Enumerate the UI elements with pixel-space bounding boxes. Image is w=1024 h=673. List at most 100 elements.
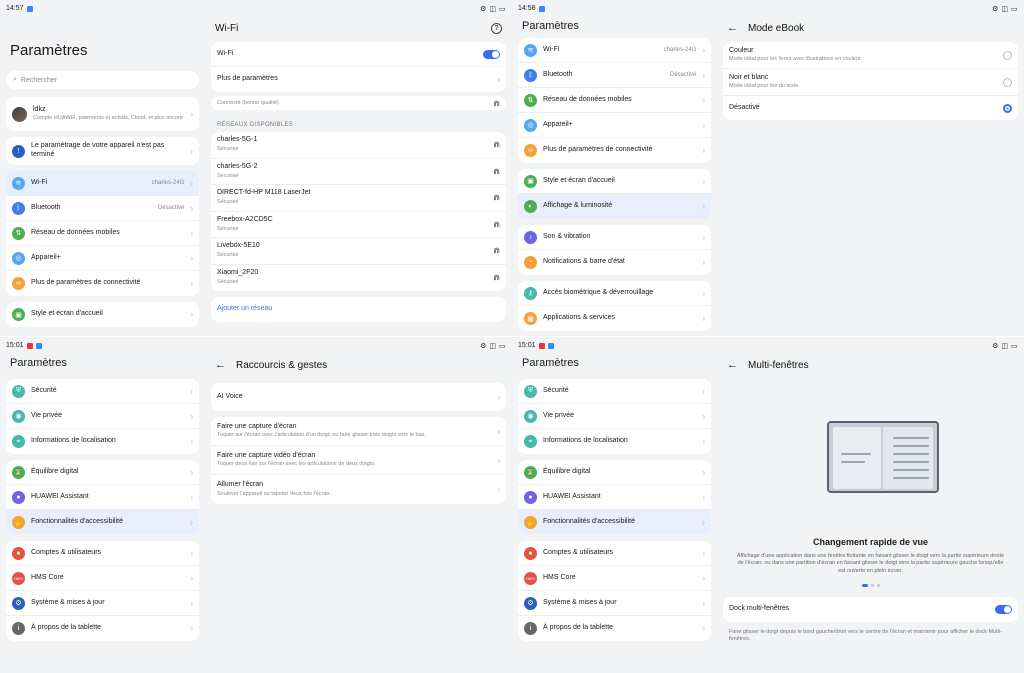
settings-item-bluetooth[interactable]: ᛒ Bluetooth Désactivé ›: [518, 63, 711, 88]
settings-item-location[interactable]: ⌖ Informations de localisation ›: [6, 429, 199, 454]
settings-item-about[interactable]: i À propos de la tablette ›: [518, 616, 711, 641]
settings-item-more-connectivity[interactable]: ∞ Plus de paramètres de connectivité ›: [6, 271, 199, 296]
network-item[interactable]: Livebox-5E10 Sécurisé ⋒: [211, 238, 506, 265]
settings-item-accounts[interactable]: ● Comptes & utilisateurs ›: [6, 541, 199, 566]
item-label: Notifications & barre d'état: [543, 258, 625, 266]
settings-item-security[interactable]: ⛨ Sécurité ›: [518, 379, 711, 404]
more-params-row[interactable]: Plus de paramètres ›: [211, 67, 506, 92]
settings-pane: Paramètres ⛨ Sécurité › ◉ Vie privée › ⌖…: [0, 351, 205, 673]
connected-card[interactable]: Connecté (bonne qualité) ⋒: [211, 96, 506, 110]
quadrant-gestures: 15:01 ⚙ ◫ ▭ Paramètres ⛨ Sécurité › ◉ Vi…: [0, 337, 512, 673]
settings-item-security[interactable]: ⛨ Sécurité ›: [6, 379, 199, 404]
item-value: Désactivé: [669, 72, 697, 78]
add-network-card[interactable]: Ajouter un réseau: [211, 297, 506, 322]
settings-item-hms[interactable]: HMS HMS Core ›: [518, 566, 711, 591]
option-color[interactable]: Couleur Mode idéal pour les livres avec i…: [723, 42, 1018, 69]
chevron-right-icon: ›: [190, 624, 193, 633]
settings-item-system[interactable]: ⚙ Système & mises à jour ›: [518, 591, 711, 616]
wifi-toggle-row[interactable]: Wi-Fi: [211, 42, 506, 67]
gesture-item[interactable]: Faire une capture vidéo d'écran Toquer de…: [211, 446, 506, 475]
help-icon[interactable]: ?: [491, 22, 502, 34]
ebook-pane: ← Mode eBook Couleur Mode idéal pour les …: [717, 14, 1024, 336]
privacy-icon: ◉: [524, 409, 537, 423]
back-arrow-icon[interactable]: ←: [727, 22, 738, 34]
sound-group: ♪ Son & vibration › ◔ Notifications & ba…: [518, 225, 711, 275]
settings-item-mobile-data[interactable]: ⇅ Réseau de données mobiles ›: [6, 221, 199, 246]
chevron-right-icon: ›: [190, 109, 193, 119]
item-label: Vie privée: [31, 411, 63, 419]
settings-item-privacy[interactable]: ◉ Vie privée ›: [518, 404, 711, 429]
option-off[interactable]: Désactivé: [723, 96, 1018, 120]
chevron-right-icon: ›: [702, 411, 705, 421]
network-item[interactable]: DIRECT-fd-HP M118 LaserJet Sécurisé ⋒: [211, 185, 506, 212]
settings-item-sound[interactable]: ♪ Son & vibration ›: [518, 225, 711, 250]
item-label: HUAWEI Assistant: [543, 492, 601, 500]
settings-item-assistant[interactable]: ● HUAWEI Assistant ›: [6, 485, 199, 510]
network-item[interactable]: Xiaomi_2F20 Sécurisé ⋒: [211, 265, 506, 292]
status-bar: 14:57 ⚙ ◫ ▭: [0, 0, 512, 14]
settings-item-system[interactable]: ⚙ Système & mises à jour ›: [6, 591, 199, 616]
network-name: charles-5G-2: [217, 162, 258, 170]
pane-header: ← Raccourcis & gestes: [205, 351, 512, 379]
settings-item-style[interactable]: ▣ Style et écran d'accueil ›: [6, 302, 199, 327]
setup-notice: Le paramétrage de votre appareil n'est p…: [31, 142, 165, 158]
radio-button-selected[interactable]: [1003, 103, 1012, 113]
page-title: Paramètres: [10, 42, 88, 59]
settings-item-about[interactable]: i À propos de la tablette ›: [6, 616, 199, 641]
settings-item-wifi[interactable]: ≋ Wi-Fi charles-24G ›: [6, 171, 199, 196]
account-desc: Compte HUAWEI, paiements et achats, Clou…: [33, 115, 183, 122]
settings-item-notifications[interactable]: ◔ Notifications & barre d'état ›: [518, 250, 711, 275]
settings-item-biometric[interactable]: ⚷ Accès biométrique & déverrouillage ›: [518, 281, 711, 306]
item-label: Appareil+: [543, 120, 573, 128]
connected-status: Connecté (bonne qualité): [217, 99, 279, 106]
back-arrow-icon[interactable]: ←: [727, 359, 738, 371]
dock-toggle-row[interactable]: Dock multi-fenêtres: [723, 597, 1018, 622]
settings-item-assistant[interactable]: ● HUAWEI Assistant ›: [518, 485, 711, 510]
settings-item-hms[interactable]: HMS HMS Core ›: [6, 566, 199, 591]
account-card[interactable]: ldkz Compte HUAWEI, paiements et achats,…: [6, 97, 199, 131]
settings-item-mobile-data[interactable]: ⇅ Réseau de données mobiles ›: [518, 88, 711, 113]
settings-item-accessibility[interactable]: ✋ Fonctionnalités d'accessibilité ›: [518, 510, 711, 535]
pane-title: Mode eBook: [748, 22, 805, 34]
settings-item-more-connectivity[interactable]: ∞ Plus de paramètres de connectivité ›: [518, 138, 711, 163]
settings-item-apps[interactable]: ▦ Applications & services ›: [518, 306, 711, 331]
dock-toggle[interactable]: [995, 605, 1012, 614]
settings-item-style[interactable]: ▣ Style et écran d'accueil ›: [518, 169, 711, 194]
page-indicator: [717, 584, 1024, 587]
connectivity-group: ≋ Wi-Fi charles-24G › ᛒ Bluetooth Désact…: [518, 38, 711, 163]
notification-icon: [538, 5, 545, 12]
settings-item-bluetooth[interactable]: ᛒ Bluetooth Désactivé ›: [6, 196, 199, 221]
chevron-right-icon: ›: [702, 467, 705, 477]
gesture-item[interactable]: Faire une capture d'écran Toquer sur l'éc…: [211, 417, 506, 446]
item-label: Plus de paramètres: [217, 75, 278, 83]
settings-item-privacy[interactable]: ◉ Vie privée ›: [6, 404, 199, 429]
settings-item-digital-balance[interactable]: ⌛ Équilibre digital ›: [6, 460, 199, 485]
back-arrow-icon[interactable]: ←: [215, 359, 226, 371]
settings-item-location[interactable]: ⌖ Informations de localisation ›: [518, 429, 711, 454]
radio-button[interactable]: [1003, 77, 1012, 87]
item-label: AI Voice: [217, 392, 243, 400]
wifi-toggle[interactable]: [483, 49, 500, 59]
status-time: 15:01: [518, 342, 536, 349]
option-bw[interactable]: Noir et blanc Mode idéal pour lire du tex…: [723, 69, 1018, 96]
settings-item-digital-balance[interactable]: ⌛ Équilibre digital ›: [518, 460, 711, 485]
item-label: Vie privée: [543, 411, 575, 419]
search-input[interactable]: ⌕ Rechercher: [6, 71, 199, 89]
settings-item-device-plus[interactable]: ◎ Appareil+ ›: [6, 246, 199, 271]
settings-item-display[interactable]: ◐ Affichage & luminosité ›: [518, 194, 711, 219]
setup-notice-card[interactable]: ! Le paramétrage de votre appareil n'est…: [6, 137, 199, 165]
gesture-item[interactable]: Allumer l'écran Soulever l'appareil ou ta…: [211, 475, 506, 504]
chevron-right-icon: ›: [702, 386, 705, 396]
add-network-link[interactable]: Ajouter un réseau: [217, 305, 500, 314]
settings-item-device-plus[interactable]: ◎ Appareil+ ›: [518, 113, 711, 138]
radio-button[interactable]: [1003, 50, 1012, 60]
network-name: Livebox-5E10: [217, 242, 260, 250]
settings-item-wifi[interactable]: ≋ Wi-Fi charles-24G ›: [518, 38, 711, 63]
settings-item-accounts[interactable]: ● Comptes & utilisateurs ›: [518, 541, 711, 566]
settings-item-accessibility[interactable]: ✋ Fonctionnalités d'accessibilité ›: [6, 510, 199, 535]
item-label: Comptes & utilisateurs: [543, 548, 614, 556]
network-item[interactable]: charles-5G-2 Sécurisé ⋒: [211, 159, 506, 185]
network-item[interactable]: charles-5G-1 Sécurisé ⋒: [211, 132, 506, 159]
ai-voice-row[interactable]: AI Voice ›: [211, 383, 506, 411]
network-item[interactable]: Freebox-A2CD5C Sécurisé ⋒: [211, 212, 506, 238]
